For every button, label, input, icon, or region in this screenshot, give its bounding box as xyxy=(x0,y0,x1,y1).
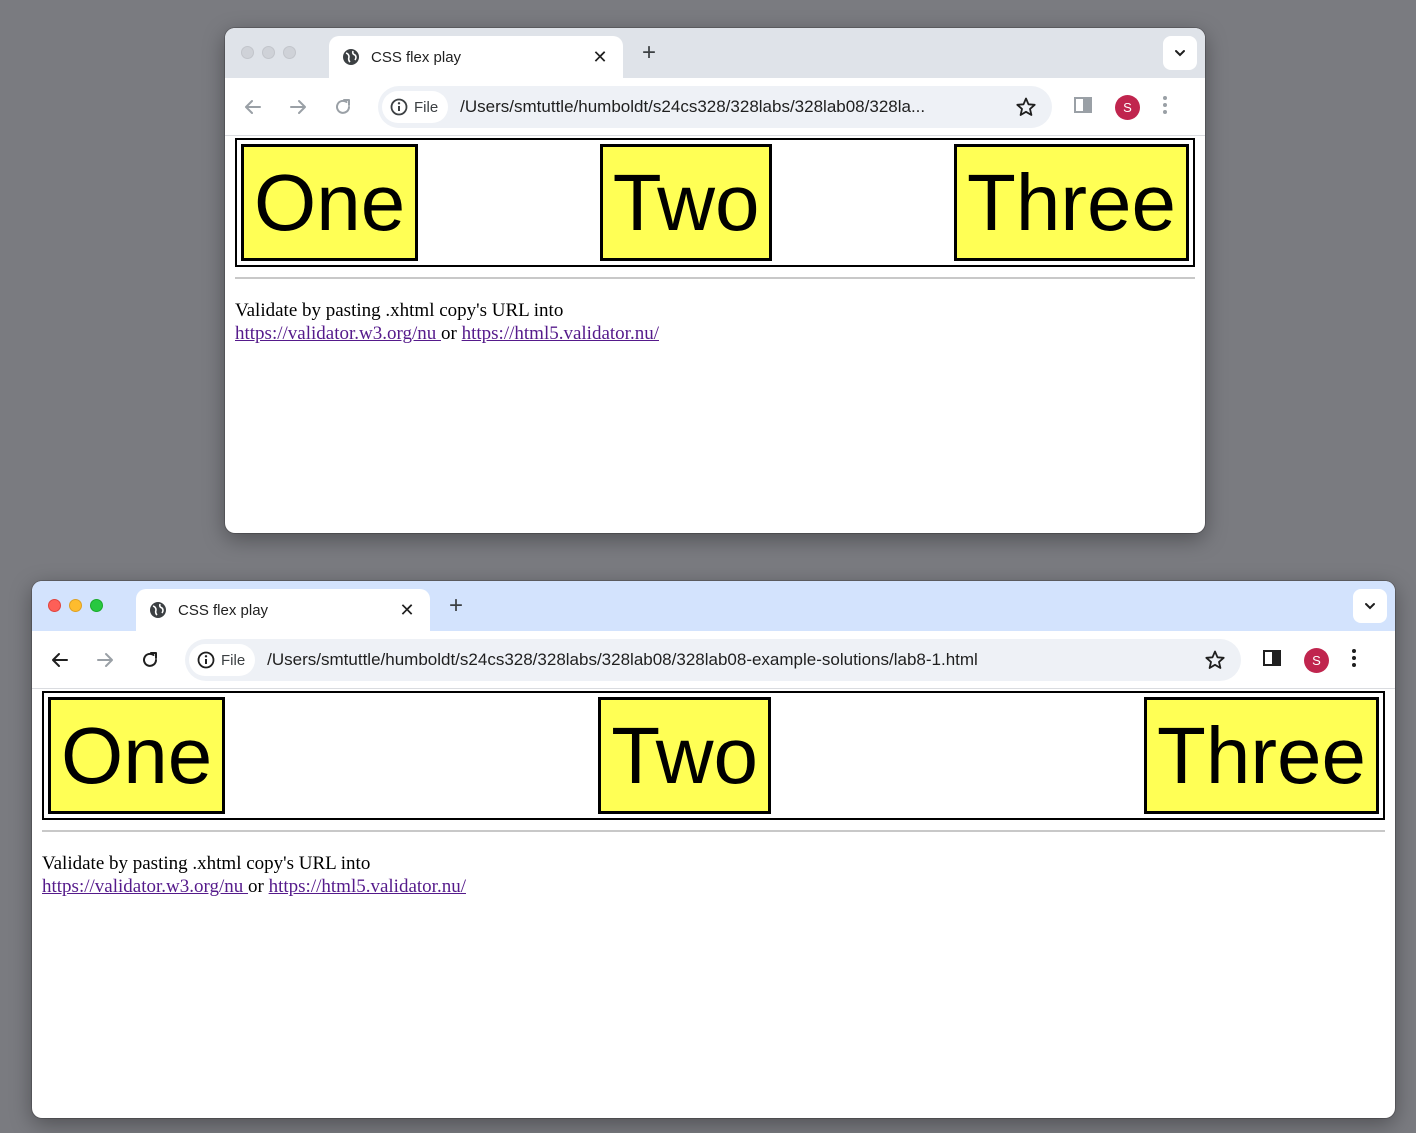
back-button[interactable] xyxy=(241,95,265,119)
window-controls xyxy=(48,599,103,612)
browser-menu-button[interactable] xyxy=(1162,95,1168,120)
tab-search-button[interactable] xyxy=(1353,589,1387,623)
star-icon xyxy=(1016,97,1036,116)
tab-css-flex-play[interactable]: CSS flex play ✕ xyxy=(136,589,430,631)
flex-item-two: Two xyxy=(598,697,771,814)
minimize-window-button[interactable] xyxy=(262,46,275,59)
back-button[interactable] xyxy=(48,648,72,672)
minimize-window-button[interactable] xyxy=(69,599,82,612)
bookmark-button[interactable] xyxy=(1203,648,1227,672)
flex-item-three: Three xyxy=(1144,697,1379,814)
tab-css-flex-play[interactable]: CSS flex play ✕ xyxy=(329,36,623,78)
maximize-window-button[interactable] xyxy=(90,599,103,612)
side-panel-button[interactable] xyxy=(1262,648,1282,673)
side-panel-icon xyxy=(1263,649,1281,666)
w3c-validator-link[interactable]: https://validator.w3.org/nu xyxy=(235,323,441,344)
close-window-button[interactable] xyxy=(241,46,254,59)
kebab-menu-icon xyxy=(1352,648,1356,667)
forward-arrow-icon xyxy=(290,100,306,114)
forward-button[interactable] xyxy=(286,95,310,119)
url-text[interactable]: /Users/smtuttle/humboldt/s24cs328/328lab… xyxy=(460,97,1014,117)
file-label: File xyxy=(221,651,246,669)
reload-icon xyxy=(143,652,157,667)
back-arrow-icon xyxy=(245,100,261,114)
bookmark-button[interactable] xyxy=(1014,95,1038,119)
tab-title: CSS flex play xyxy=(178,601,269,619)
file-label: File xyxy=(414,98,439,116)
horizontal-rule xyxy=(42,830,1385,832)
info-icon xyxy=(197,651,215,669)
url-text[interactable]: /Users/smtuttle/humboldt/s24cs328/328lab… xyxy=(267,650,1203,670)
link-separator: or xyxy=(441,323,457,344)
chevron-down-icon xyxy=(1365,603,1375,610)
profile-avatar[interactable]: S xyxy=(1304,647,1329,673)
validate-text: Validate by pasting .xhtml copy's URL in… xyxy=(235,300,564,321)
close-window-button[interactable] xyxy=(48,599,61,612)
info-icon xyxy=(390,98,408,116)
w3c-validator-link[interactable]: https://validator.w3.org/nu xyxy=(42,876,248,897)
flex-item-two: Two xyxy=(599,144,773,261)
browser-window-front[interactable]: CSS flex play ✕ + File /Users/smtuttle/h… xyxy=(32,581,1395,1118)
back-arrow-icon xyxy=(52,653,68,667)
address-bar[interactable]: File /Users/smtuttle/humboldt/s24cs328/3… xyxy=(185,639,1241,681)
validate-paragraph: Validate by pasting .xhtml copy's URL in… xyxy=(42,852,1385,898)
new-tab-button[interactable]: + xyxy=(635,40,663,66)
tab-close-button[interactable]: ✕ xyxy=(396,599,418,621)
tab-search-button[interactable] xyxy=(1163,36,1197,70)
toolbar-right: S xyxy=(1262,647,1357,673)
browser-window-back[interactable]: CSS flex play ✕ + File /Users/smtuttle/h… xyxy=(225,28,1205,533)
page-content: One Two Three Validate by pasting .xhtml… xyxy=(225,136,1205,345)
html5-validator-link[interactable]: https://html5.validator.nu/ xyxy=(462,323,659,344)
flex-item-one: One xyxy=(48,697,226,814)
page-content: One Two Three Validate by pasting .xhtml… xyxy=(32,689,1395,898)
globe-icon xyxy=(148,600,168,620)
site-info-chip[interactable]: File xyxy=(189,644,256,676)
forward-button[interactable] xyxy=(93,648,117,672)
flex-item-one: One xyxy=(241,144,419,261)
tab-title: CSS flex play xyxy=(371,48,462,66)
star-icon xyxy=(1205,650,1225,669)
reload-button[interactable] xyxy=(138,648,162,672)
site-info-chip[interactable]: File xyxy=(382,91,449,123)
forward-arrow-icon xyxy=(97,653,113,667)
profile-avatar[interactable]: S xyxy=(1115,94,1140,120)
kebab-menu-icon xyxy=(1163,95,1167,114)
browser-menu-button[interactable] xyxy=(1351,648,1357,673)
side-panel-icon xyxy=(1074,96,1092,113)
reload-button[interactable] xyxy=(331,95,355,119)
window-controls xyxy=(241,46,296,59)
side-panel-button[interactable] xyxy=(1073,95,1093,120)
flex-container: One Two Three xyxy=(235,138,1195,267)
toolbar-right: S xyxy=(1073,94,1168,120)
address-bar[interactable]: File /Users/smtuttle/humboldt/s24cs328/3… xyxy=(378,86,1052,128)
flex-container: One Two Three xyxy=(42,691,1385,820)
html5-validator-link[interactable]: https://html5.validator.nu/ xyxy=(269,876,466,897)
tab-strip: CSS flex play ✕ + xyxy=(32,581,1395,631)
chevron-down-icon xyxy=(1175,50,1185,57)
toolbar: File /Users/smtuttle/humboldt/s24cs328/3… xyxy=(225,78,1205,136)
horizontal-rule xyxy=(235,277,1195,279)
reload-icon xyxy=(336,99,350,114)
tab-close-button[interactable]: ✕ xyxy=(589,46,611,68)
flex-item-three: Three xyxy=(954,144,1189,261)
maximize-window-button[interactable] xyxy=(283,46,296,59)
validate-text: Validate by pasting .xhtml copy's URL in… xyxy=(42,853,371,874)
new-tab-button[interactable]: + xyxy=(442,593,470,619)
link-separator: or xyxy=(248,876,264,897)
globe-icon xyxy=(341,47,361,67)
validate-paragraph: Validate by pasting .xhtml copy's URL in… xyxy=(235,299,1195,345)
toolbar: File /Users/smtuttle/humboldt/s24cs328/3… xyxy=(32,631,1395,689)
tab-strip: CSS flex play ✕ + xyxy=(225,28,1205,78)
